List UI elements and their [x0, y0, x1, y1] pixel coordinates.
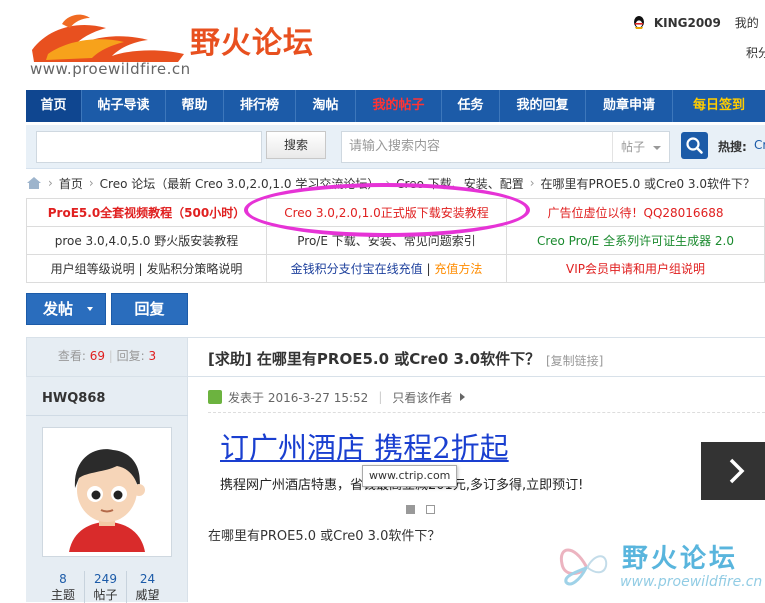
username-link[interactable]: KING2009 [654, 16, 721, 30]
home-icon[interactable] [26, 176, 42, 190]
ad-link[interactable]: 广告位虚位以待！QQ28016688 [506, 198, 765, 227]
ad-link[interactable]: VIP会员申请和用户组说明 [506, 254, 765, 283]
my-menu-link[interactable]: 我的 [735, 16, 759, 30]
points-link[interactable]: 积分 [746, 44, 765, 61]
avatar[interactable] [42, 427, 172, 557]
divider [208, 412, 765, 413]
author-name[interactable]: HWQ868 [42, 391, 105, 406]
ad-link[interactable]: ProE5.0全套视频教程（500小时） [26, 198, 267, 227]
watermark-title: 野火论坛 [622, 544, 739, 574]
post-meta: 发表于 2016-3-27 15:52 | 只看该作者 [208, 388, 466, 406]
nav-ranking[interactable]: 排行榜 [224, 90, 296, 122]
logo-url: www.proewildfire.cn [30, 60, 191, 78]
table-row: ProE5.0全套视频教程（500小时） Creo 3.0,2.0,1.0正式版… [26, 198, 765, 227]
search-type-label: 帖子 [621, 140, 646, 154]
nav-tasks[interactable]: 任务 [442, 90, 500, 122]
nav-my-replies[interactable]: 我的回复 [500, 90, 586, 122]
chevron-right-icon [729, 458, 745, 484]
search-go-button[interactable] [681, 132, 708, 159]
nav-collection[interactable]: 淘帖 [296, 90, 356, 122]
nav-daily-signin[interactable]: 每日签到 [673, 90, 765, 122]
site-watermark: 野火论坛 www.proewildfire.cn [556, 534, 765, 598]
breadcrumb-separator: › [88, 176, 94, 190]
table-row: proe 3.0,4.0,5.0 野火版安装教程 Pro/E 下载、安装、常见问… [26, 226, 765, 255]
breadcrumb-separator: › [48, 176, 53, 190]
replies-count: 3 [148, 349, 157, 363]
main-nav: 首页 帖子导读 帮助 排行榜 淘帖 我的帖子 任务 我的回复 勋章申请 每日签到 [26, 90, 765, 122]
search-button[interactable]: 搜索 [266, 131, 326, 159]
carousel-dot[interactable] [426, 505, 435, 514]
recharge-method-link: 充值方法 [434, 262, 483, 276]
search-type-select[interactable]: 帖子 [612, 131, 670, 163]
breadcrumb-forum[interactable]: Creo 论坛（最新 Creo 3.0,2.0,1.0 学习交流论坛） [100, 175, 380, 192]
butterfly-watermark-icon [559, 548, 608, 586]
copy-link-button[interactable]: [复制链接] [546, 352, 603, 369]
online-status-icon [208, 390, 222, 404]
url-tooltip: www.ctrip.com [362, 465, 458, 487]
ad-link[interactable]: 金钱积分支付宝在线充值 | 充值方法 [266, 254, 507, 283]
views-count: 69 [89, 349, 105, 363]
stat-threads[interactable]: 8 主题 [42, 571, 84, 603]
user-info: KING2009 我的 [632, 14, 759, 34]
only-author-link[interactable]: 只看该作者 [392, 389, 452, 406]
ad-next-button[interactable] [701, 442, 765, 500]
site-logo[interactable]: 野火论坛 www.proewildfire.cn [28, 4, 313, 82]
hot-search-label: 热搜: [718, 140, 747, 154]
chevron-down-icon [87, 307, 93, 311]
breadcrumb: › 首页 › Creo 论坛（最新 Creo 3.0,2.0,1.0 学习交流论… [26, 174, 755, 192]
search-icon [686, 137, 703, 154]
reply-button[interactable]: 回复 [111, 293, 188, 325]
author-stats: 8 主题 249 帖子 24 威望 [42, 571, 168, 603]
thread-title: [求助] 在哪里有PROE5.0 或Cre0 3.0软件下？ [208, 350, 541, 368]
breadcrumb-separator: › [529, 176, 535, 190]
post-date: 发表于 2016-3-27 15:52 [228, 390, 369, 405]
new-post-button[interactable]: 发帖 [26, 293, 106, 325]
post-body: 在哪里有PROE5.0 或Cre0 3.0软件下？ [208, 529, 441, 544]
watermark-url: www.proewildfire.cn [620, 574, 763, 590]
stat-prestige[interactable]: 24 威望 [126, 571, 168, 603]
ad-link[interactable]: Creo Pro/E 全系列许可证生成器 2.0 [506, 226, 765, 255]
nav-medals[interactable]: 勋章申请 [586, 90, 673, 122]
search-input[interactable]: 请输入搜索内容 [341, 131, 613, 163]
table-row: 用户组等级说明 | 发贴积分策略说明 金钱积分支付宝在线充值 | 充值方法 VI… [26, 254, 765, 283]
ad-link[interactable]: proe 3.0,4.0,5.0 野火版安装教程 [26, 226, 267, 255]
stat-posts[interactable]: 249 帖子 [84, 571, 126, 603]
nav-home[interactable]: 首页 [26, 90, 82, 122]
breadcrumb-separator: › [385, 176, 391, 190]
carousel-dot-active[interactable] [406, 505, 415, 514]
ad-link[interactable]: 用户组等级说明 | 发贴积分策略说明 [26, 254, 267, 283]
new-post-label: 发帖 [43, 300, 74, 318]
ad-banner-title[interactable]: 订广州酒店 携程2折起 [220, 425, 509, 467]
arrow-right-icon [460, 393, 466, 401]
nav-help[interactable]: 帮助 [166, 90, 224, 122]
quick-search-input[interactable] [36, 131, 262, 163]
nav-my-threads[interactable]: 我的帖子 [356, 90, 442, 122]
breadcrumb-thread: 在哪里有PROE5.0 或Cre0 3.0软件下？ [540, 176, 756, 191]
logo-title: 野火论坛 [190, 26, 314, 61]
divider [26, 415, 188, 416]
nav-guide[interactable]: 帖子导读 [82, 90, 166, 122]
ad-link[interactable]: Creo 3.0,2.0,1.0正式版下载安装教程 [266, 198, 507, 227]
qq-penguin-icon [634, 16, 644, 29]
breadcrumb-subforum[interactable]: Creo 下载、安装、配置 [396, 175, 524, 192]
avatar-image [47, 432, 167, 552]
thread-stats: 查看: 69 | 回复: 3 [26, 337, 188, 377]
ad-link[interactable]: Pro/E 下载、安装、常见问题索引 [266, 226, 507, 255]
flame-logo-icon [32, 14, 184, 62]
chevron-down-icon [653, 146, 661, 150]
hot-search-item[interactable]: Cr [754, 138, 765, 152]
breadcrumb-home[interactable]: 首页 [59, 175, 83, 192]
ad-link-table: ProE5.0全套视频教程（500小时） Creo 3.0,2.0,1.0正式版… [26, 198, 765, 283]
